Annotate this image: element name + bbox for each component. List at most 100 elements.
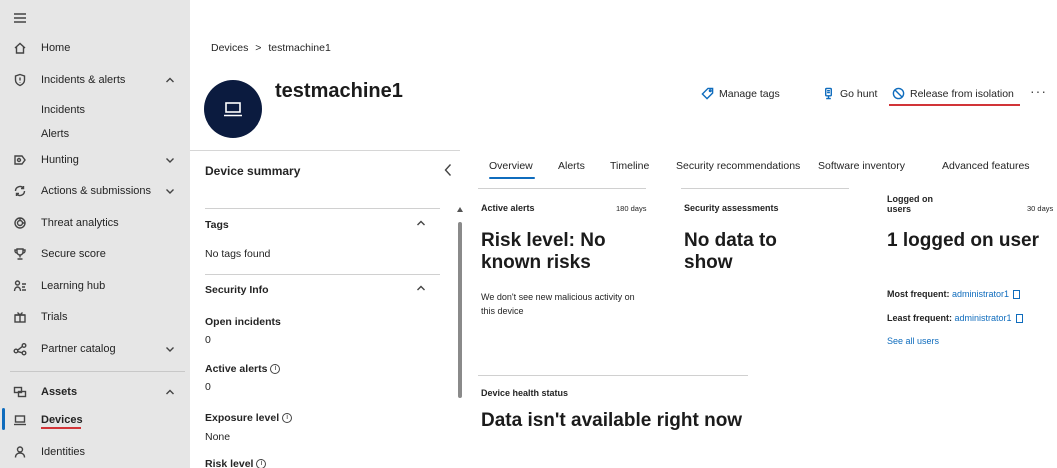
nav-item-devices[interactable]: Devices [0, 410, 190, 430]
scroll-up-arrow[interactable] [457, 207, 463, 212]
copy-icon[interactable] [1015, 314, 1023, 324]
manage-tags-button[interactable]: Manage tags [701, 87, 780, 100]
chevron-up-icon[interactable] [415, 282, 427, 294]
info-icon[interactable]: i [282, 413, 293, 424]
laptop-icon [12, 412, 28, 428]
learning-icon [12, 278, 28, 294]
annotation-underline-devices [41, 427, 81, 429]
nav-label-threat-analytics: Threat analytics [41, 217, 119, 229]
tab-timeline[interactable]: Timeline [610, 160, 649, 172]
laptop-icon [224, 102, 242, 117]
tab-security-recommendations[interactable]: Security recommendations [676, 160, 800, 172]
nav-item-threat-analytics[interactable]: Threat analytics [0, 213, 190, 233]
trials-icon [12, 309, 28, 325]
chevron-down-icon[interactable] [164, 154, 176, 166]
chevron-up-icon[interactable] [415, 217, 427, 229]
tab-alerts[interactable]: Alerts [558, 160, 585, 172]
nav-item-hunting[interactable]: Hunting [0, 150, 190, 170]
risk-level-field: Risk level i [205, 458, 267, 468]
copy-icon[interactable] [1013, 290, 1021, 300]
nav-item-home[interactable]: Home [0, 38, 190, 58]
open-incidents-label: Open incidents [205, 316, 281, 328]
more-actions-button[interactable]: ··· [1030, 83, 1047, 99]
manage-tags-label: Manage tags [719, 87, 780, 100]
page-title: testmachine1 [275, 80, 403, 102]
security-info-title: Security Info [205, 284, 269, 296]
least-frequent-row: Least frequent: administrator1 [887, 313, 1023, 324]
threat-analytics-icon [12, 215, 28, 231]
block-icon [892, 87, 905, 100]
active-alerts-value: 0 [205, 381, 211, 393]
device-health-card-title: Device health status [481, 388, 569, 398]
least-frequent-label: Least frequent: [887, 313, 953, 323]
security-assessments-headline: No data to show [684, 230, 777, 273]
nav-label-home: Home [41, 42, 71, 54]
collapse-panel-button[interactable] [443, 163, 455, 177]
active-alerts-label: Active alerts [205, 363, 268, 375]
exposure-level-value: None [205, 431, 231, 443]
device-health-headline: Data isn't available right now [481, 410, 743, 431]
nav-subitem-alerts[interactable]: Alerts [41, 128, 69, 140]
nav-label-incidents-alerts: Incidents & alerts [41, 74, 126, 86]
tab-software-inventory[interactable]: Software inventory [818, 160, 905, 172]
least-frequent-user-link[interactable]: administrator1 [955, 313, 1012, 323]
risk-level-label: Risk level [205, 458, 254, 468]
menu-toggle[interactable] [0, 8, 190, 28]
hunting-icon [12, 152, 28, 168]
assets-icon [12, 384, 28, 400]
most-frequent-label: Most frequent: [887, 289, 950, 299]
nav-item-secure-score[interactable]: Secure score [0, 244, 190, 264]
partner-icon [12, 341, 28, 357]
nav-item-learning-hub[interactable]: Learning hub [0, 276, 190, 296]
chevron-down-icon[interactable] [164, 343, 176, 355]
nav-item-partner-catalog[interactable]: Partner catalog [0, 339, 190, 359]
device-summary-title: Device summary [205, 164, 301, 178]
hamburger-icon[interactable] [12, 10, 28, 26]
logged-on-period: 30 days [1027, 204, 1054, 213]
info-icon[interactable]: i [256, 459, 267, 468]
nav-item-actions-submissions[interactable]: Actions & submissions [0, 181, 190, 201]
nav-item-identities[interactable]: Identities [0, 442, 190, 462]
logged-on-headline: 1 logged on user [887, 230, 1040, 251]
nav-item-assets[interactable]: Assets [0, 382, 190, 402]
nav-item-incidents-alerts[interactable]: Incidents & alerts [0, 70, 190, 90]
tab-overview[interactable]: Overview [489, 160, 533, 172]
tag-icon [701, 87, 714, 100]
nav-item-trials[interactable]: Trials [0, 307, 190, 327]
chevron-up-icon[interactable] [164, 74, 176, 86]
card-divider [478, 375, 748, 376]
trophy-icon [12, 246, 28, 262]
tags-section-title: Tags [205, 219, 229, 231]
logged-on-users-card-title: Logged on users [887, 194, 933, 214]
see-all-users-link[interactable]: See all users [887, 336, 939, 346]
annotation-underline-release [889, 104, 1020, 106]
person-icon [12, 444, 28, 460]
most-frequent-row: Most frequent: administrator1 [887, 289, 1021, 300]
active-alerts-note: We don't see new malicious activity on t… [481, 292, 635, 316]
release-from-isolation-button[interactable]: Release from isolation [892, 87, 1014, 100]
chevron-down-icon[interactable] [164, 185, 176, 197]
breadcrumb: Devices > testmachine1 [211, 42, 335, 54]
active-alerts-card-title: Active alerts [481, 203, 535, 213]
shield-icon [12, 72, 28, 88]
breadcrumb-devices[interactable]: Devices [211, 42, 248, 54]
most-frequent-user-link[interactable]: administrator1 [952, 289, 1009, 299]
nav-label-hunting: Hunting [41, 154, 79, 166]
info-icon[interactable]: i [270, 364, 281, 375]
tab-advanced-features[interactable]: Advanced features [942, 160, 1030, 172]
panel-top-divider [190, 150, 460, 151]
active-tab-indicator [489, 177, 535, 179]
chevron-up-icon[interactable] [164, 386, 176, 398]
open-incidents-value: 0 [205, 334, 211, 346]
go-hunt-button[interactable]: Go hunt [822, 87, 877, 100]
left-navigation: Home Incidents & alerts Incidents Alerts… [0, 0, 190, 468]
nav-label-assets: Assets [41, 386, 78, 398]
risk-level-headline: Risk level: No known risks [481, 230, 606, 273]
chevron-left-icon [444, 164, 452, 176]
nav-subitem-incidents[interactable]: Incidents [41, 104, 85, 116]
nav-label-actions-submissions: Actions & submissions [41, 185, 152, 197]
nav-label-partner-catalog: Partner catalog [41, 343, 116, 355]
scrollbar-thumb[interactable] [458, 222, 462, 398]
security-assessments-card-title: Security assessments [684, 203, 779, 213]
home-icon [12, 40, 28, 56]
